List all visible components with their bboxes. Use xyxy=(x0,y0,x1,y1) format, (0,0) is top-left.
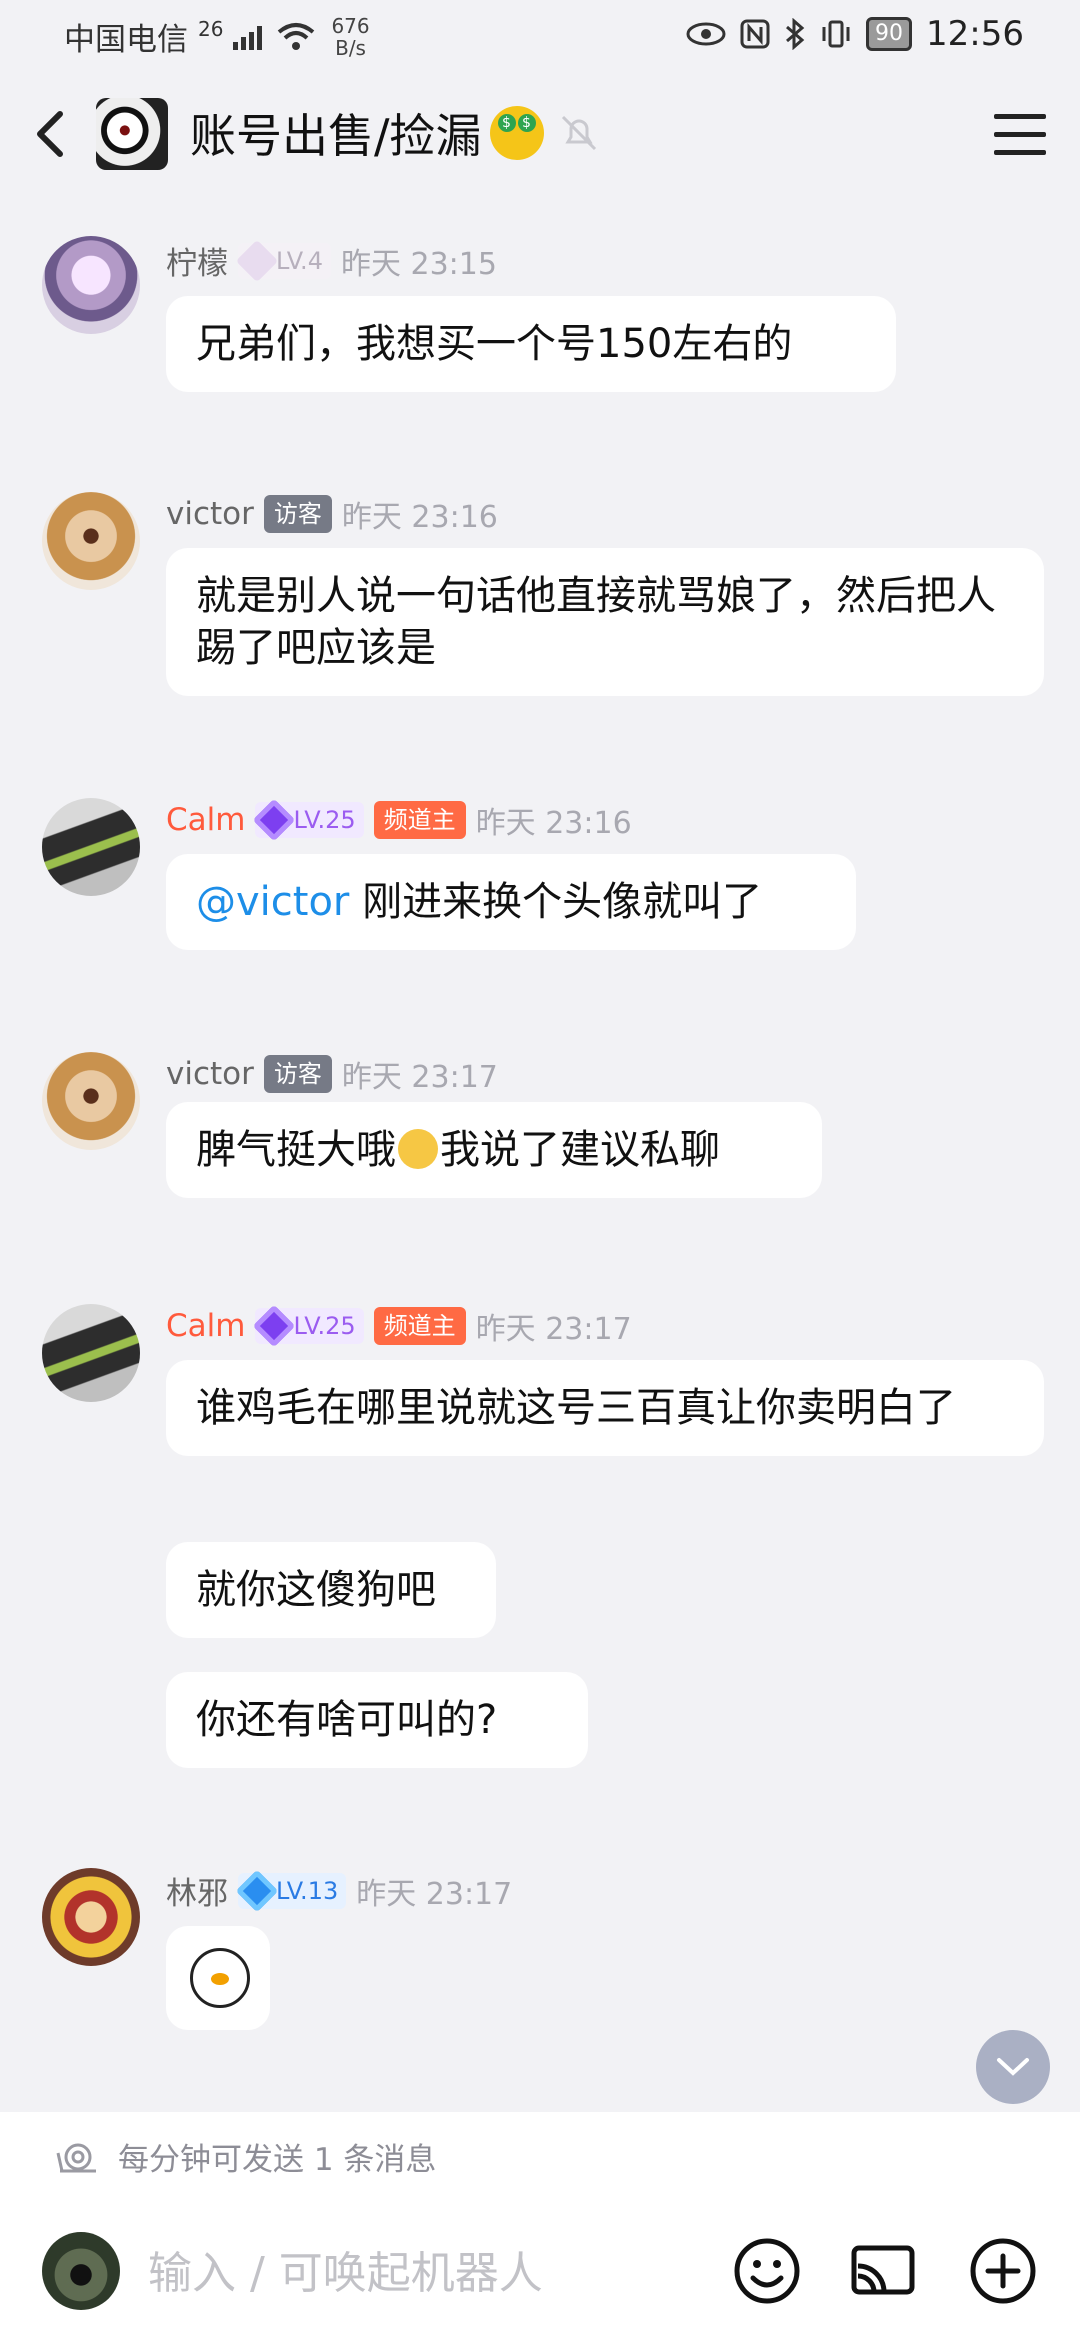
sticker-bubble[interactable] xyxy=(166,1926,270,2030)
gem-icon xyxy=(253,1304,296,1348)
message-meta: 林邪 LV.13 昨天 23:17 xyxy=(166,1868,512,1913)
message-bubble[interactable]: 谁鸡毛在哪里说就这号三百真让你卖明白了 xyxy=(166,1360,1044,1456)
avatar[interactable] xyxy=(42,798,140,896)
channel-avatar[interactable] xyxy=(96,98,168,170)
message-meta: 柠檬 LV.4 昨天 23:15 xyxy=(166,238,497,283)
slow-mode-text: 每分钟可发送 1 条消息 xyxy=(118,2142,437,2178)
message-bubble[interactable]: 就是别人说一句话他直接就骂娘了，然后把人踢了吧应该是 xyxy=(166,548,1044,696)
timestamp: 昨天 23:17 xyxy=(341,1060,498,1095)
message-bubble[interactable]: @victor 刚进来换个头像就叫了 xyxy=(166,854,856,950)
message-input[interactable] xyxy=(146,2240,710,2306)
input-row xyxy=(0,2212,1080,2332)
timestamp: 昨天 23:15 xyxy=(340,246,497,282)
message-bubble[interactable]: 脾气挺大哦 我说了建议私聊 xyxy=(166,1102,822,1198)
status-bar: 中国电信 26 676 B/s 90 12:56 xyxy=(0,0,1080,76)
sender-name[interactable]: victor xyxy=(166,496,254,532)
chat-header: 账号出售/捡漏 xyxy=(0,76,1080,196)
network-speed: 676 B/s xyxy=(331,15,369,59)
gem-icon xyxy=(235,1869,279,1912)
level-badge: LV.25 xyxy=(253,1304,364,1348)
back-icon[interactable] xyxy=(26,102,74,166)
emoji-icon[interactable] xyxy=(732,2236,802,2306)
sender-name[interactable]: 林邪 xyxy=(166,1868,228,1913)
menu-icon[interactable] xyxy=(994,112,1046,156)
level-badge: LV.4 xyxy=(235,239,331,282)
add-icon[interactable] xyxy=(968,2236,1038,2306)
message-text: 谁鸡毛在哪里说就这号三百真让你卖明白了 xyxy=(196,1385,956,1431)
slow-mode-snail-icon xyxy=(56,2143,96,2172)
speed-unit: B/s xyxy=(335,35,366,60)
timestamp: 昨天 23:17 xyxy=(356,1876,513,1912)
message-text: 脾气挺大哦 xyxy=(196,1127,396,1173)
guest-badge: 访客 xyxy=(263,495,332,533)
screen-share-icon[interactable] xyxy=(848,2236,918,2306)
message-meta: victor 访客 昨天 23:16 xyxy=(166,492,498,536)
muted-bell-icon xyxy=(561,115,596,151)
message-text: 就是别人说一句话他直接就骂娘了，然后把人踢了吧应该是 xyxy=(196,573,996,671)
message-meta: victor 访客 昨天 23:17 xyxy=(166,1052,498,1096)
message-text: 刚进来换个头像就叫了 xyxy=(362,879,763,925)
my-avatar[interactable] xyxy=(42,2232,120,2310)
cell-signal-icon xyxy=(233,25,263,50)
message-meta: Calm LV.25 频道主 昨天 23:17 xyxy=(166,1304,632,1348)
bluetooth-icon xyxy=(786,18,805,50)
message-text: 就你这傻狗吧 xyxy=(196,1567,436,1613)
gem-icon xyxy=(235,239,279,282)
message-bubble[interactable]: 兄弟们，我想买一个号150左右的 xyxy=(166,296,896,392)
clock: 12:56 xyxy=(926,14,1024,54)
message-bubble[interactable]: 你还有啥可叫的? xyxy=(166,1672,588,1768)
message-text: 你还有啥可叫的? xyxy=(196,1697,498,1743)
carrier-name: 中国电信 xyxy=(64,22,188,58)
level-badge: LV.13 xyxy=(235,1869,347,1912)
level-text: LV.25 xyxy=(293,1312,356,1340)
nfc-icon xyxy=(740,19,770,49)
scroll-to-bottom-button[interactable] xyxy=(976,2030,1050,2104)
wifi-icon xyxy=(278,22,315,50)
status-left: 中国电信 26 676 B/s xyxy=(64,14,370,59)
channel-title[interactable]: 账号出售/捡漏 xyxy=(190,100,600,166)
yawn-emoji-icon xyxy=(398,1129,438,1169)
timestamp: 昨天 23:16 xyxy=(475,806,632,841)
speed-value: 676 xyxy=(331,13,370,38)
sender-name[interactable]: Calm xyxy=(166,1308,245,1344)
composer: 每分钟可发送 1 条消息 xyxy=(0,2112,1080,2340)
owner-badge: 频道主 xyxy=(373,801,466,839)
money-mouth-emoji-icon xyxy=(489,106,544,160)
owner-badge: 频道主 xyxy=(373,1307,466,1345)
timestamp: 昨天 23:17 xyxy=(475,1312,632,1347)
timestamp: 昨天 23:16 xyxy=(341,500,498,535)
qq-penguin-icon xyxy=(190,1948,250,2008)
level-badge: LV.25 xyxy=(253,798,364,842)
battery-icon: 90 xyxy=(866,17,913,51)
avatar[interactable] xyxy=(42,236,140,334)
avatar[interactable] xyxy=(42,1868,140,1966)
avatar[interactable] xyxy=(42,492,140,590)
status-right: 90 12:56 xyxy=(686,14,1024,54)
mention-link[interactable]: @victor xyxy=(196,879,349,925)
guest-badge: 访客 xyxy=(263,1055,332,1093)
signal-icon: 26 xyxy=(198,16,224,41)
vibrate-icon xyxy=(822,20,850,48)
level-text: LV.4 xyxy=(276,246,323,275)
sender-name[interactable]: victor xyxy=(166,1056,254,1092)
channel-name: 账号出售/捡漏 xyxy=(190,109,482,163)
level-text: LV.25 xyxy=(293,806,356,834)
avatar[interactable] xyxy=(42,1052,140,1150)
message-meta: Calm LV.25 频道主 昨天 23:16 xyxy=(166,798,632,842)
gem-icon xyxy=(253,798,296,842)
level-text: LV.13 xyxy=(276,1876,339,1905)
message-text: 我说了建议私聊 xyxy=(440,1127,720,1173)
sender-name[interactable]: 柠檬 xyxy=(166,238,228,283)
message-bubble[interactable]: 就你这傻狗吧 xyxy=(166,1542,496,1638)
chevron-down-icon xyxy=(997,2058,1029,2076)
avatar[interactable] xyxy=(42,1304,140,1402)
sender-name[interactable]: Calm xyxy=(166,802,245,838)
message-text: 兄弟们，我想买一个号150左右的 xyxy=(196,321,793,367)
eye-icon xyxy=(686,22,726,46)
slow-mode-notice: 每分钟可发送 1 条消息 xyxy=(54,2134,436,2179)
